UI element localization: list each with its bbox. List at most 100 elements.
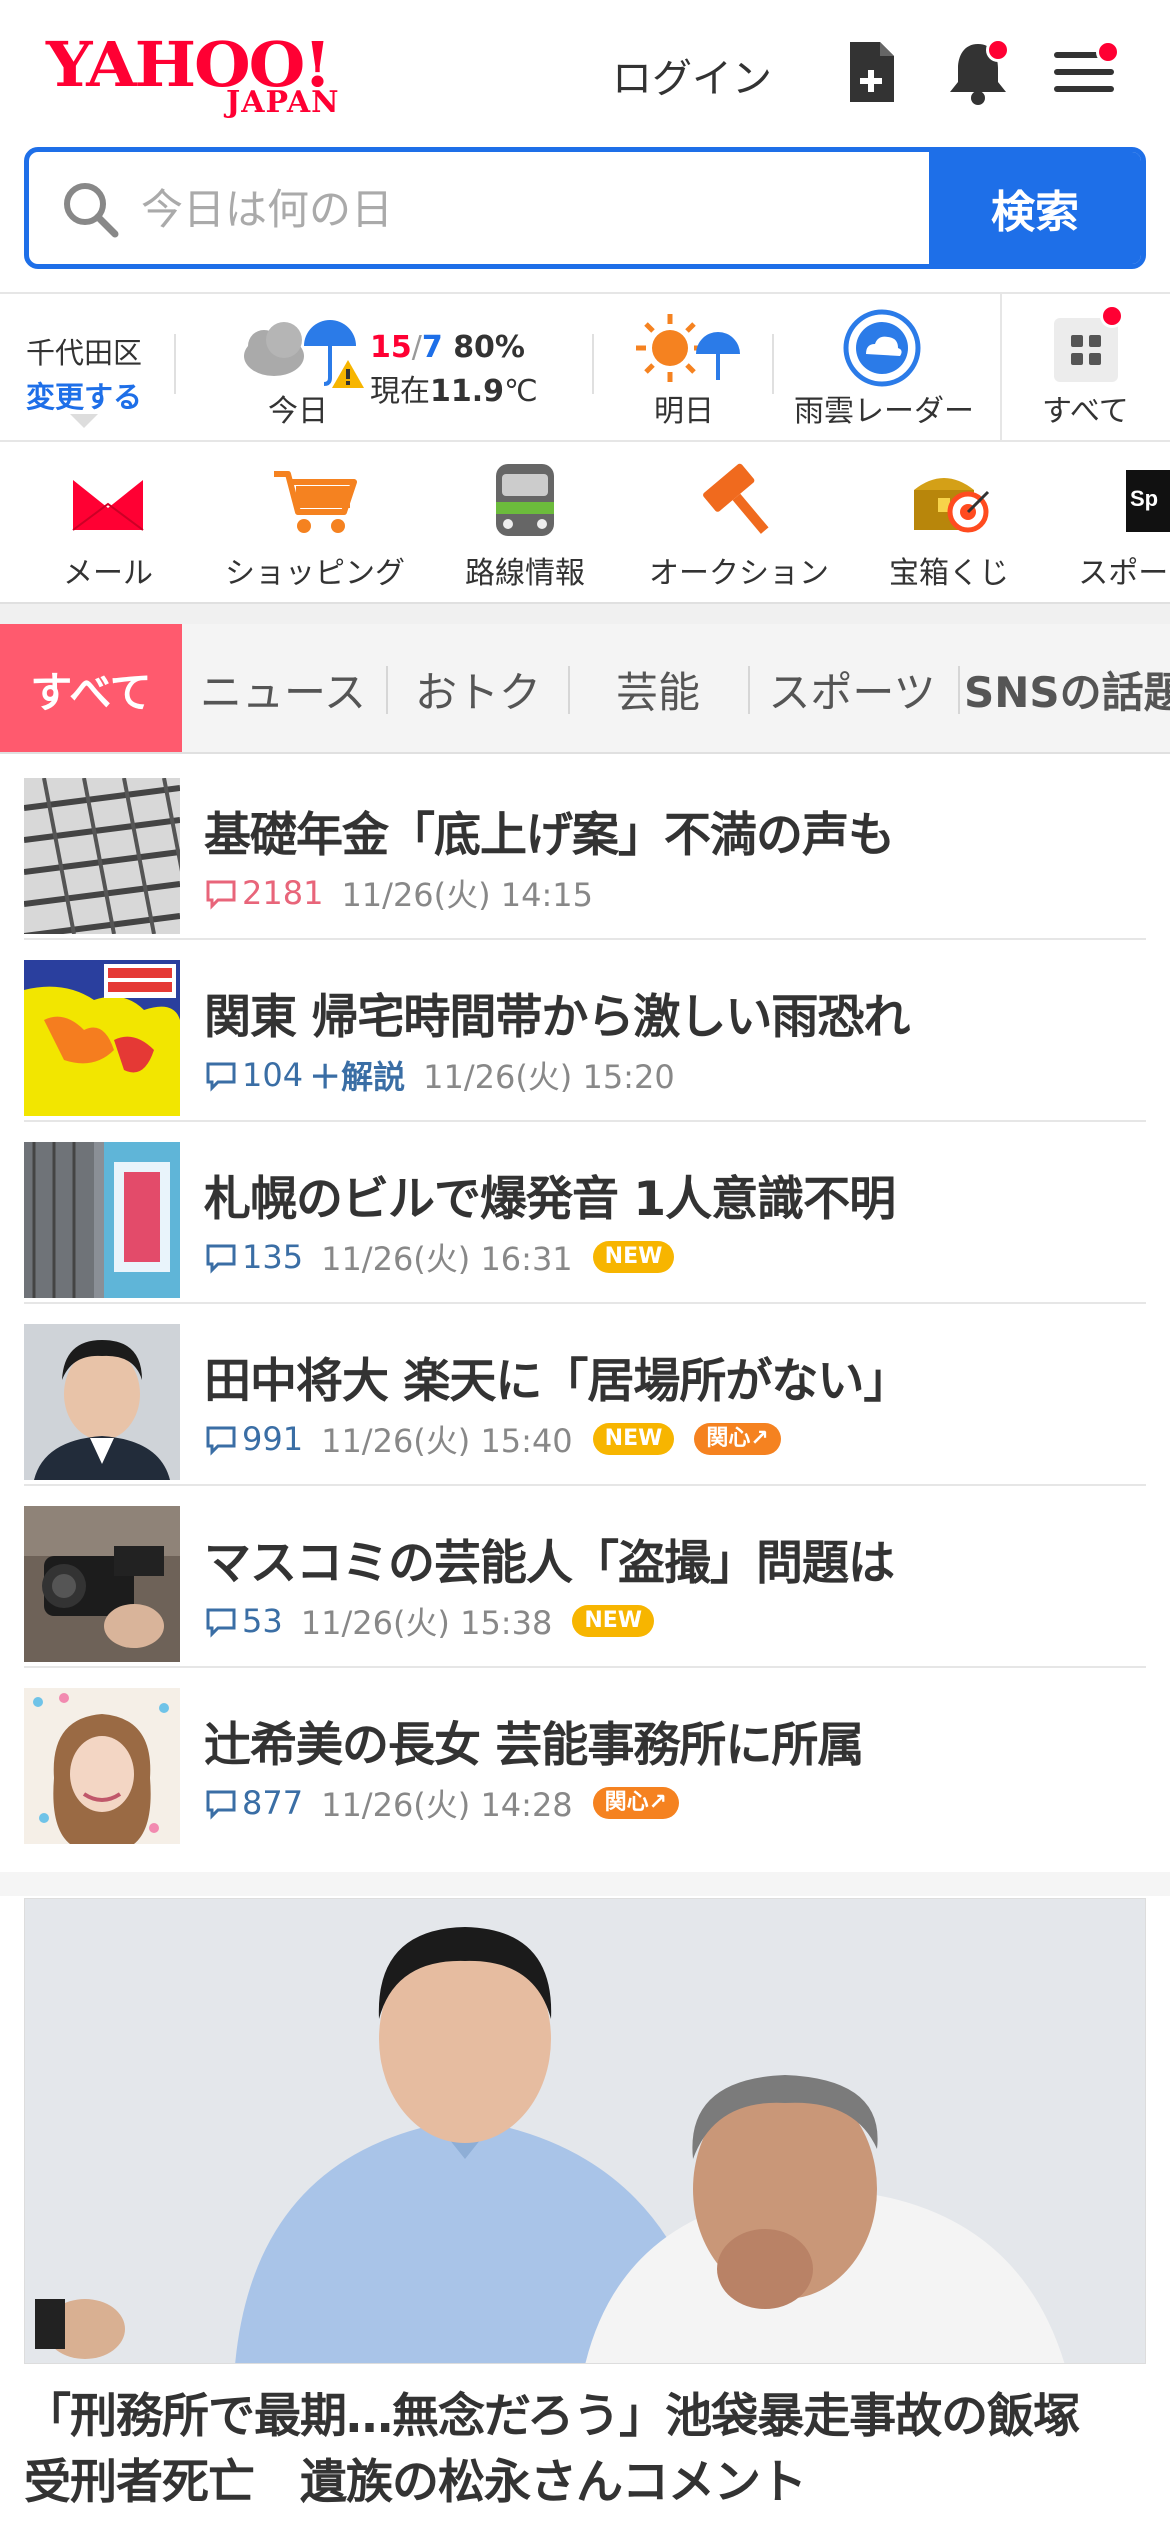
news-thumbnail (24, 778, 180, 934)
bell-notification-dot (986, 38, 1010, 62)
service-train[interactable]: 路線情報 (460, 460, 590, 592)
radar-icon (843, 309, 921, 387)
comment-count[interactable]: 2181 (204, 874, 323, 912)
treasure-icon (904, 460, 994, 540)
divider (772, 334, 774, 394)
feature-headline-line2: 受刑者死亡 遺族の松永さんコメント (24, 2455, 807, 2510)
service-shortcuts: メール ショッピング 路線情報 オークション 宝箱くじ Sp スポー (0, 444, 1170, 604)
note-add-icon[interactable] (836, 36, 908, 108)
service-label: メール (63, 556, 153, 591)
news-thumbnail (24, 1688, 180, 1844)
menu-icon[interactable] (1048, 36, 1120, 108)
tab-entertainment[interactable]: 芸能 (570, 624, 746, 752)
comment-count[interactable]: 53 (204, 1602, 283, 1640)
news-title: 関東 帰宅時間帯から激しい雨恐れ (204, 990, 910, 1045)
service-treasure[interactable]: 宝箱くじ (884, 460, 1014, 592)
sun-umbrella-icon (636, 314, 740, 382)
divider (592, 334, 594, 394)
commentary-label: ＋解説 (309, 1058, 406, 1096)
tab-sns[interactable]: SNSの話題 (964, 624, 1170, 752)
tab-deals[interactable]: おトク (390, 624, 566, 752)
comment-count-value: 877 (242, 1784, 304, 1822)
news-time: 11/26(火) 15:40 (321, 1422, 573, 1460)
news-item[interactable]: 辻希美の長女 芸能事務所に所属 877 11/26(火) 14:28 関心↗ (24, 1668, 1146, 1850)
comment-count-value: 104 (242, 1056, 304, 1094)
area-selector[interactable]: 千代田区 変更する (26, 330, 166, 416)
news-meta: 53 11/26(火) 15:38 NEW (204, 1598, 655, 1644)
weather-strip: 千代田区 変更する 今日 15/7 80% 現在11.9℃ 明日 雨雲レーダー … (0, 292, 1170, 442)
tab-sports[interactable]: スポーツ (752, 624, 952, 752)
new-badge: NEW (572, 1605, 655, 1637)
news-item[interactable]: 田中将大 楽天に「居場所がない」 991 11/26(火) 15:40 NEW … (24, 1304, 1146, 1486)
today-temps: 15/7 80% (370, 330, 525, 365)
comment-icon (206, 1790, 236, 1820)
radar-label: 雨雲レーダー (794, 394, 974, 429)
comment-count[interactable]: 104 ＋解説 (204, 1052, 405, 1098)
search-bar: 検索 (24, 147, 1146, 269)
header: YAHOO! JAPAN ログイン (0, 0, 1170, 145)
warning-icon (332, 360, 364, 388)
svg-text:Sp: Sp (1130, 486, 1158, 511)
comment-icon (206, 880, 236, 910)
service-auction[interactable]: オークション (646, 460, 832, 592)
news-thumbnail (24, 1142, 180, 1298)
category-tabs: すべて ニュース おトク 芸能 スポーツ SNSの話題 (0, 624, 1170, 754)
news-thumbnail (24, 960, 180, 1116)
news-meta: 877 11/26(火) 14:28 関心↗ (204, 1780, 680, 1826)
comment-icon (206, 1244, 236, 1274)
menu-notification-dot (1096, 40, 1120, 64)
precip-chance: 80% (453, 330, 525, 365)
bell-icon[interactable] (942, 36, 1014, 108)
news-item[interactable]: 基礎年金「底上げ案」不満の声も 2181 11/26(火) 14:15 (24, 758, 1146, 940)
today-label: 今日 (268, 394, 328, 429)
news-time: 11/26(火) 15:20 (423, 1058, 675, 1096)
comment-count-value: 991 (242, 1420, 304, 1458)
comment-count[interactable]: 135 (204, 1238, 303, 1276)
comment-count-value: 53 (242, 1602, 283, 1640)
tomorrow-label: 明日 (654, 394, 714, 429)
news-item[interactable]: 札幌のビルで爆発音 1人意識不明 135 11/26(火) 16:31 NEW (24, 1122, 1146, 1304)
search-button[interactable]: 検索 (929, 152, 1141, 264)
sports-icon: Sp (1126, 460, 1170, 540)
section-gap (0, 604, 1170, 624)
area-dropdown-indicator (70, 414, 98, 428)
news-item[interactable]: マスコミの芸能人「盗撮」問題は 53 11/26(火) 15:38 NEW (24, 1486, 1146, 1668)
comment-count[interactable]: 991 (204, 1420, 303, 1458)
all-services-button[interactable]: すべて (1000, 294, 1170, 440)
feature-headline[interactable]: 「刑務所で最期…無念だろう」池袋暴走事故の飯塚 受刑者死亡 遺族の松永さんコメン… (24, 2384, 1146, 2516)
section-gap (0, 1872, 1170, 1896)
news-item[interactable]: 関東 帰宅時間帯から激しい雨恐れ 104 ＋解説 11/26(火) 15:20 (24, 940, 1146, 1122)
comment-icon (206, 1608, 236, 1638)
tab-news[interactable]: ニュース (190, 624, 376, 752)
divider (174, 334, 176, 394)
service-label: 宝箱くじ (889, 556, 1009, 591)
news-time: 11/26(火) 16:31 (321, 1240, 573, 1278)
tab-all[interactable]: すべて (0, 624, 182, 752)
tab-divider (958, 666, 960, 714)
yahoo-japan-logo[interactable]: YAHOO! JAPAN (46, 30, 366, 121)
service-sports[interactable]: Sp スポーツ (1068, 460, 1170, 592)
mail-icon (63, 460, 153, 540)
current-temp: 現在11.9℃ (370, 366, 538, 410)
news-time: 11/26(火) 14:28 (321, 1786, 573, 1824)
service-mail[interactable]: メール (58, 460, 158, 592)
news-meta: 104 ＋解説 11/26(火) 15:20 (204, 1052, 675, 1098)
train-icon (480, 460, 570, 540)
service-shopping[interactable]: ショッピング (222, 460, 408, 592)
all-notification-dot (1100, 304, 1124, 328)
comment-count-value: 2181 (242, 874, 324, 912)
comment-count[interactable]: 877 (204, 1784, 303, 1822)
now-temp-unit: ℃ (504, 374, 538, 409)
area-change-link[interactable]: 変更する (26, 374, 166, 416)
tab-divider (748, 666, 750, 714)
login-link[interactable]: ログイン (612, 46, 772, 104)
all-label: すべて (1042, 394, 1129, 429)
feature-image[interactable] (24, 1898, 1146, 2364)
news-title: 辻希美の長女 芸能事務所に所属 (204, 1718, 864, 1773)
comment-count-value: 135 (242, 1238, 304, 1276)
service-label: スポーツ (1078, 556, 1170, 591)
service-label: ショッピング (225, 556, 405, 591)
search-input[interactable] (141, 174, 921, 244)
news-title: マスコミの芸能人「盗撮」問題は (204, 1536, 895, 1591)
temp-high: 15 (370, 330, 412, 365)
